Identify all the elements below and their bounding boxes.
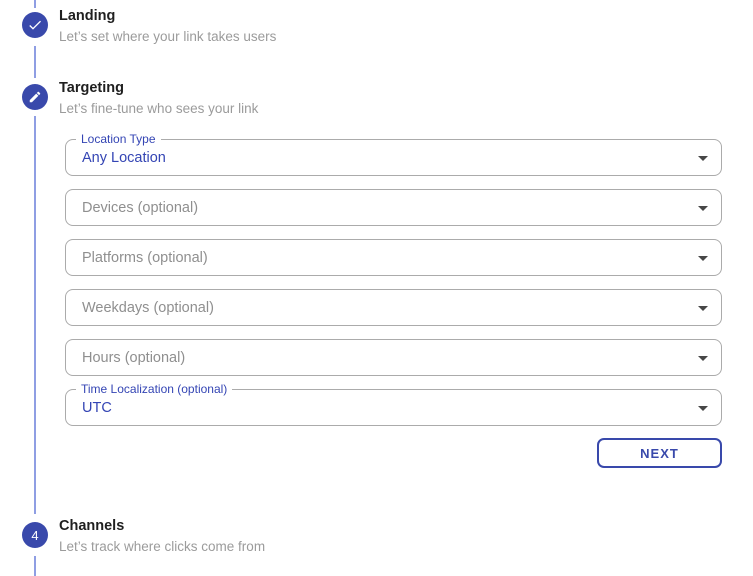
- step-targeting-title[interactable]: Targeting: [59, 80, 124, 97]
- time-localization-select[interactable]: Time Localization (optional) UTC: [65, 382, 722, 426]
- location-type-value: Any Location: [82, 149, 166, 166]
- stepper-connector-targeting-channels: [34, 116, 36, 514]
- step-channels-subtitle: Let’s track where clicks come from: [59, 539, 266, 554]
- time-localization-label: Time Localization (optional): [76, 382, 233, 396]
- step-targeting-circle[interactable]: [22, 84, 48, 110]
- chevron-down-icon: [691, 396, 715, 420]
- edit-icon: [28, 90, 42, 104]
- next-button[interactable]: NEXT: [597, 438, 722, 468]
- location-type-select[interactable]: Location Type Any Location: [65, 132, 722, 176]
- chevron-down-icon: [691, 246, 715, 270]
- link-setup-wizard: Landing Let’s set where your link takes …: [0, 0, 753, 576]
- devices-select[interactable]: Devices (optional): [65, 189, 722, 226]
- devices-placeholder: Devices (optional): [82, 199, 199, 216]
- step-number: 4: [31, 527, 39, 543]
- check-icon: [27, 17, 43, 33]
- step-targeting-subtitle: Let’s fine-tune who sees your link: [59, 101, 259, 116]
- hours-select[interactable]: Hours (optional): [65, 339, 722, 376]
- chevron-down-icon: [691, 146, 715, 170]
- time-localization-value: UTC: [82, 399, 112, 416]
- stepper-connector-landing-targeting: [34, 46, 36, 78]
- weekdays-select[interactable]: Weekdays (optional): [65, 289, 722, 326]
- stepper-connector-bottom: [34, 556, 36, 576]
- chevron-down-icon: [691, 346, 715, 370]
- location-type-label: Location Type: [76, 132, 161, 146]
- chevron-down-icon: [691, 196, 715, 220]
- step-channels-title: Channels: [59, 518, 125, 534]
- step-landing-title[interactable]: Landing: [59, 8, 115, 25]
- step-landing-circle[interactable]: [22, 12, 48, 38]
- platforms-placeholder: Platforms (optional): [82, 249, 208, 266]
- hours-placeholder: Hours (optional): [82, 349, 186, 366]
- chevron-down-icon: [691, 296, 715, 320]
- platforms-select[interactable]: Platforms (optional): [65, 239, 722, 276]
- stepper-connector-top: [34, 0, 36, 8]
- step-landing-subtitle: Let’s set where your link takes users: [59, 29, 277, 44]
- step-channels-circle: 4: [22, 522, 48, 548]
- weekdays-placeholder: Weekdays (optional): [82, 299, 214, 316]
